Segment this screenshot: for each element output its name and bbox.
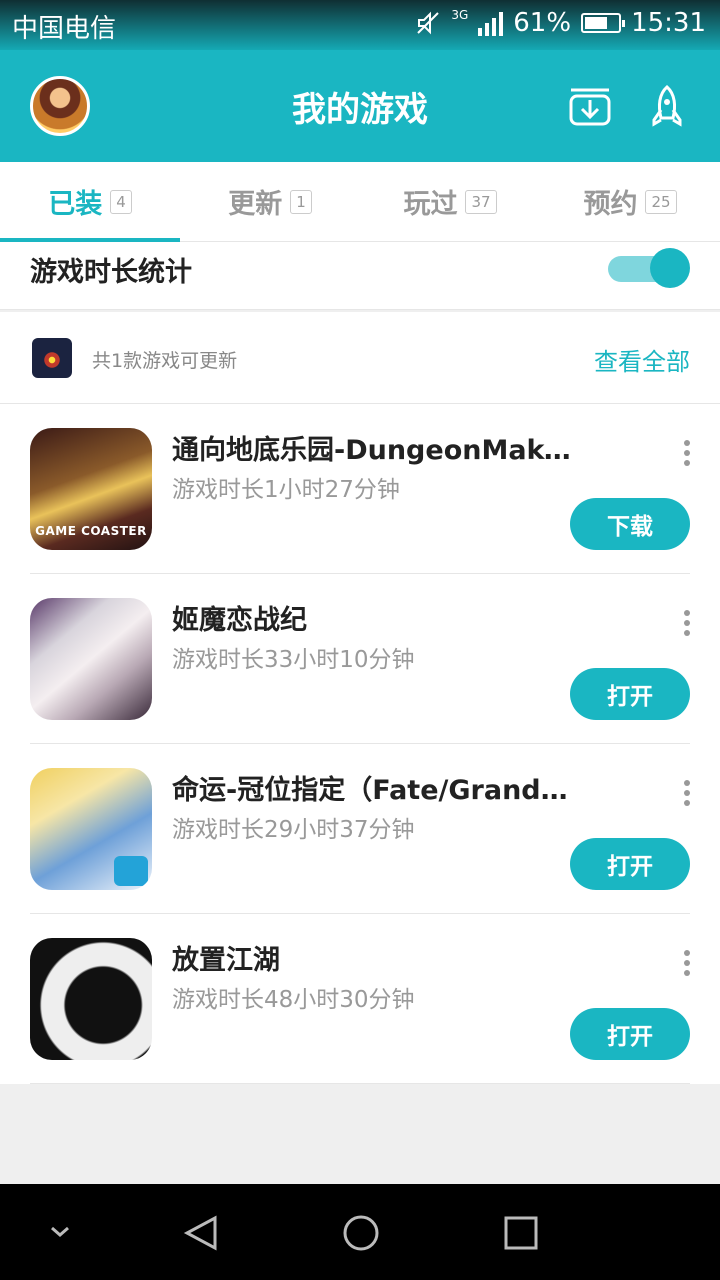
- recent-apps-icon[interactable]: [502, 1214, 540, 1252]
- battery-percent: 61%: [513, 8, 572, 38]
- signal-icon: [478, 10, 504, 36]
- game-playtime: 游戏时长33小时10分钟: [172, 647, 415, 673]
- open-button[interactable]: 打开: [570, 668, 690, 720]
- clock: 15:31: [631, 8, 706, 38]
- tab-installed[interactable]: 已装 4: [0, 162, 180, 242]
- game-name: 通向地底乐园-DungeonMaker: [172, 435, 572, 466]
- view-all-link[interactable]: 查看全部: [594, 342, 690, 377]
- list-item[interactable]: 命运-冠位指定（Fate/Grand Order） 游戏时长29小时37分钟 打…: [0, 744, 720, 914]
- updates-summary: 共1款游戏可更新: [92, 350, 238, 372]
- list-item[interactable]: GAME COASTER 通向地底乐园-DungeonMaker 游戏时长1小时…: [0, 404, 720, 574]
- download-button[interactable]: 下载: [570, 498, 690, 550]
- game-icon[interactable]: GAME COASTER: [30, 428, 152, 550]
- game-playtime: 游戏时长48小时30分钟: [172, 987, 415, 1013]
- tab-label: 玩过: [403, 189, 458, 220]
- tab-count: 1: [290, 189, 312, 214]
- game-playtime: 游戏时长29小时37分钟: [172, 817, 415, 843]
- open-button[interactable]: 打开: [570, 1008, 690, 1060]
- icon-caption: GAME COASTER: [35, 524, 147, 538]
- mute-icon: [417, 11, 440, 35]
- tab-label: 预约: [583, 189, 638, 220]
- game-icon[interactable]: [30, 938, 152, 1060]
- game-name: 放置江湖: [172, 945, 280, 976]
- status-icons: 3G 61% 15:31: [415, 8, 706, 38]
- game-name: 姬魔恋战纪: [172, 605, 307, 636]
- game-list: GAME COASTER 通向地底乐园-DungeonMaker 游戏时长1小时…: [0, 404, 720, 1084]
- game-icon[interactable]: [30, 768, 152, 890]
- toggle-knob: [650, 248, 690, 288]
- more-options-icon[interactable]: [680, 780, 694, 810]
- game-name: 命运-冠位指定（Fate/Grand Order）: [172, 775, 572, 806]
- game-playtime: 游戏时长1小时27分钟: [172, 477, 400, 503]
- home-icon[interactable]: [342, 1214, 380, 1252]
- game-icon[interactable]: [30, 598, 152, 720]
- update-game-thumbnail: [32, 338, 72, 378]
- tab-label: 更新: [228, 189, 283, 220]
- more-options-icon[interactable]: [680, 950, 694, 980]
- playtime-stats-row: 游戏时长统计: [0, 242, 720, 310]
- list-item[interactable]: 放置江湖 游戏时长48小时30分钟 打开: [0, 914, 720, 1084]
- playtime-stats-toggle[interactable]: [608, 248, 690, 288]
- tab-played[interactable]: 玩过 37: [360, 162, 540, 241]
- tab-reserved[interactable]: 预约 25: [540, 162, 720, 241]
- back-icon[interactable]: [182, 1214, 220, 1252]
- updates-banner[interactable]: 共1款游戏可更新 查看全部: [0, 312, 720, 404]
- tab-bar: 已装 4 更新 1 玩过 37 预约 25: [0, 162, 720, 242]
- open-button[interactable]: 打开: [570, 838, 690, 890]
- rocket-icon[interactable]: [648, 84, 686, 130]
- app-bar: 我的游戏: [0, 50, 720, 162]
- more-options-icon[interactable]: [680, 610, 694, 640]
- page-title: 我的游戏: [292, 90, 428, 130]
- chevron-down-icon[interactable]: [48, 1224, 72, 1240]
- playtime-stats-label: 游戏时长统计: [30, 257, 192, 288]
- carrier-name: 中国电信: [12, 14, 117, 44]
- more-options-icon[interactable]: [680, 440, 694, 470]
- download-icon[interactable]: [568, 84, 612, 128]
- tab-label: 已装: [48, 189, 103, 220]
- network-type: 3G: [451, 8, 469, 22]
- tab-updates[interactable]: 更新 1: [180, 162, 360, 241]
- system-nav-bar: [0, 1184, 720, 1280]
- status-bar: 中国电信 3G 61% 15:31: [0, 0, 720, 50]
- tab-count: 37: [465, 189, 497, 214]
- tab-count: 4: [110, 189, 132, 214]
- bilibili-badge-icon: [114, 856, 148, 886]
- tab-count: 25: [645, 189, 677, 214]
- list-item[interactable]: 姬魔恋战纪 游戏时长33小时10分钟 打开: [0, 574, 720, 744]
- battery-icon: [581, 13, 626, 33]
